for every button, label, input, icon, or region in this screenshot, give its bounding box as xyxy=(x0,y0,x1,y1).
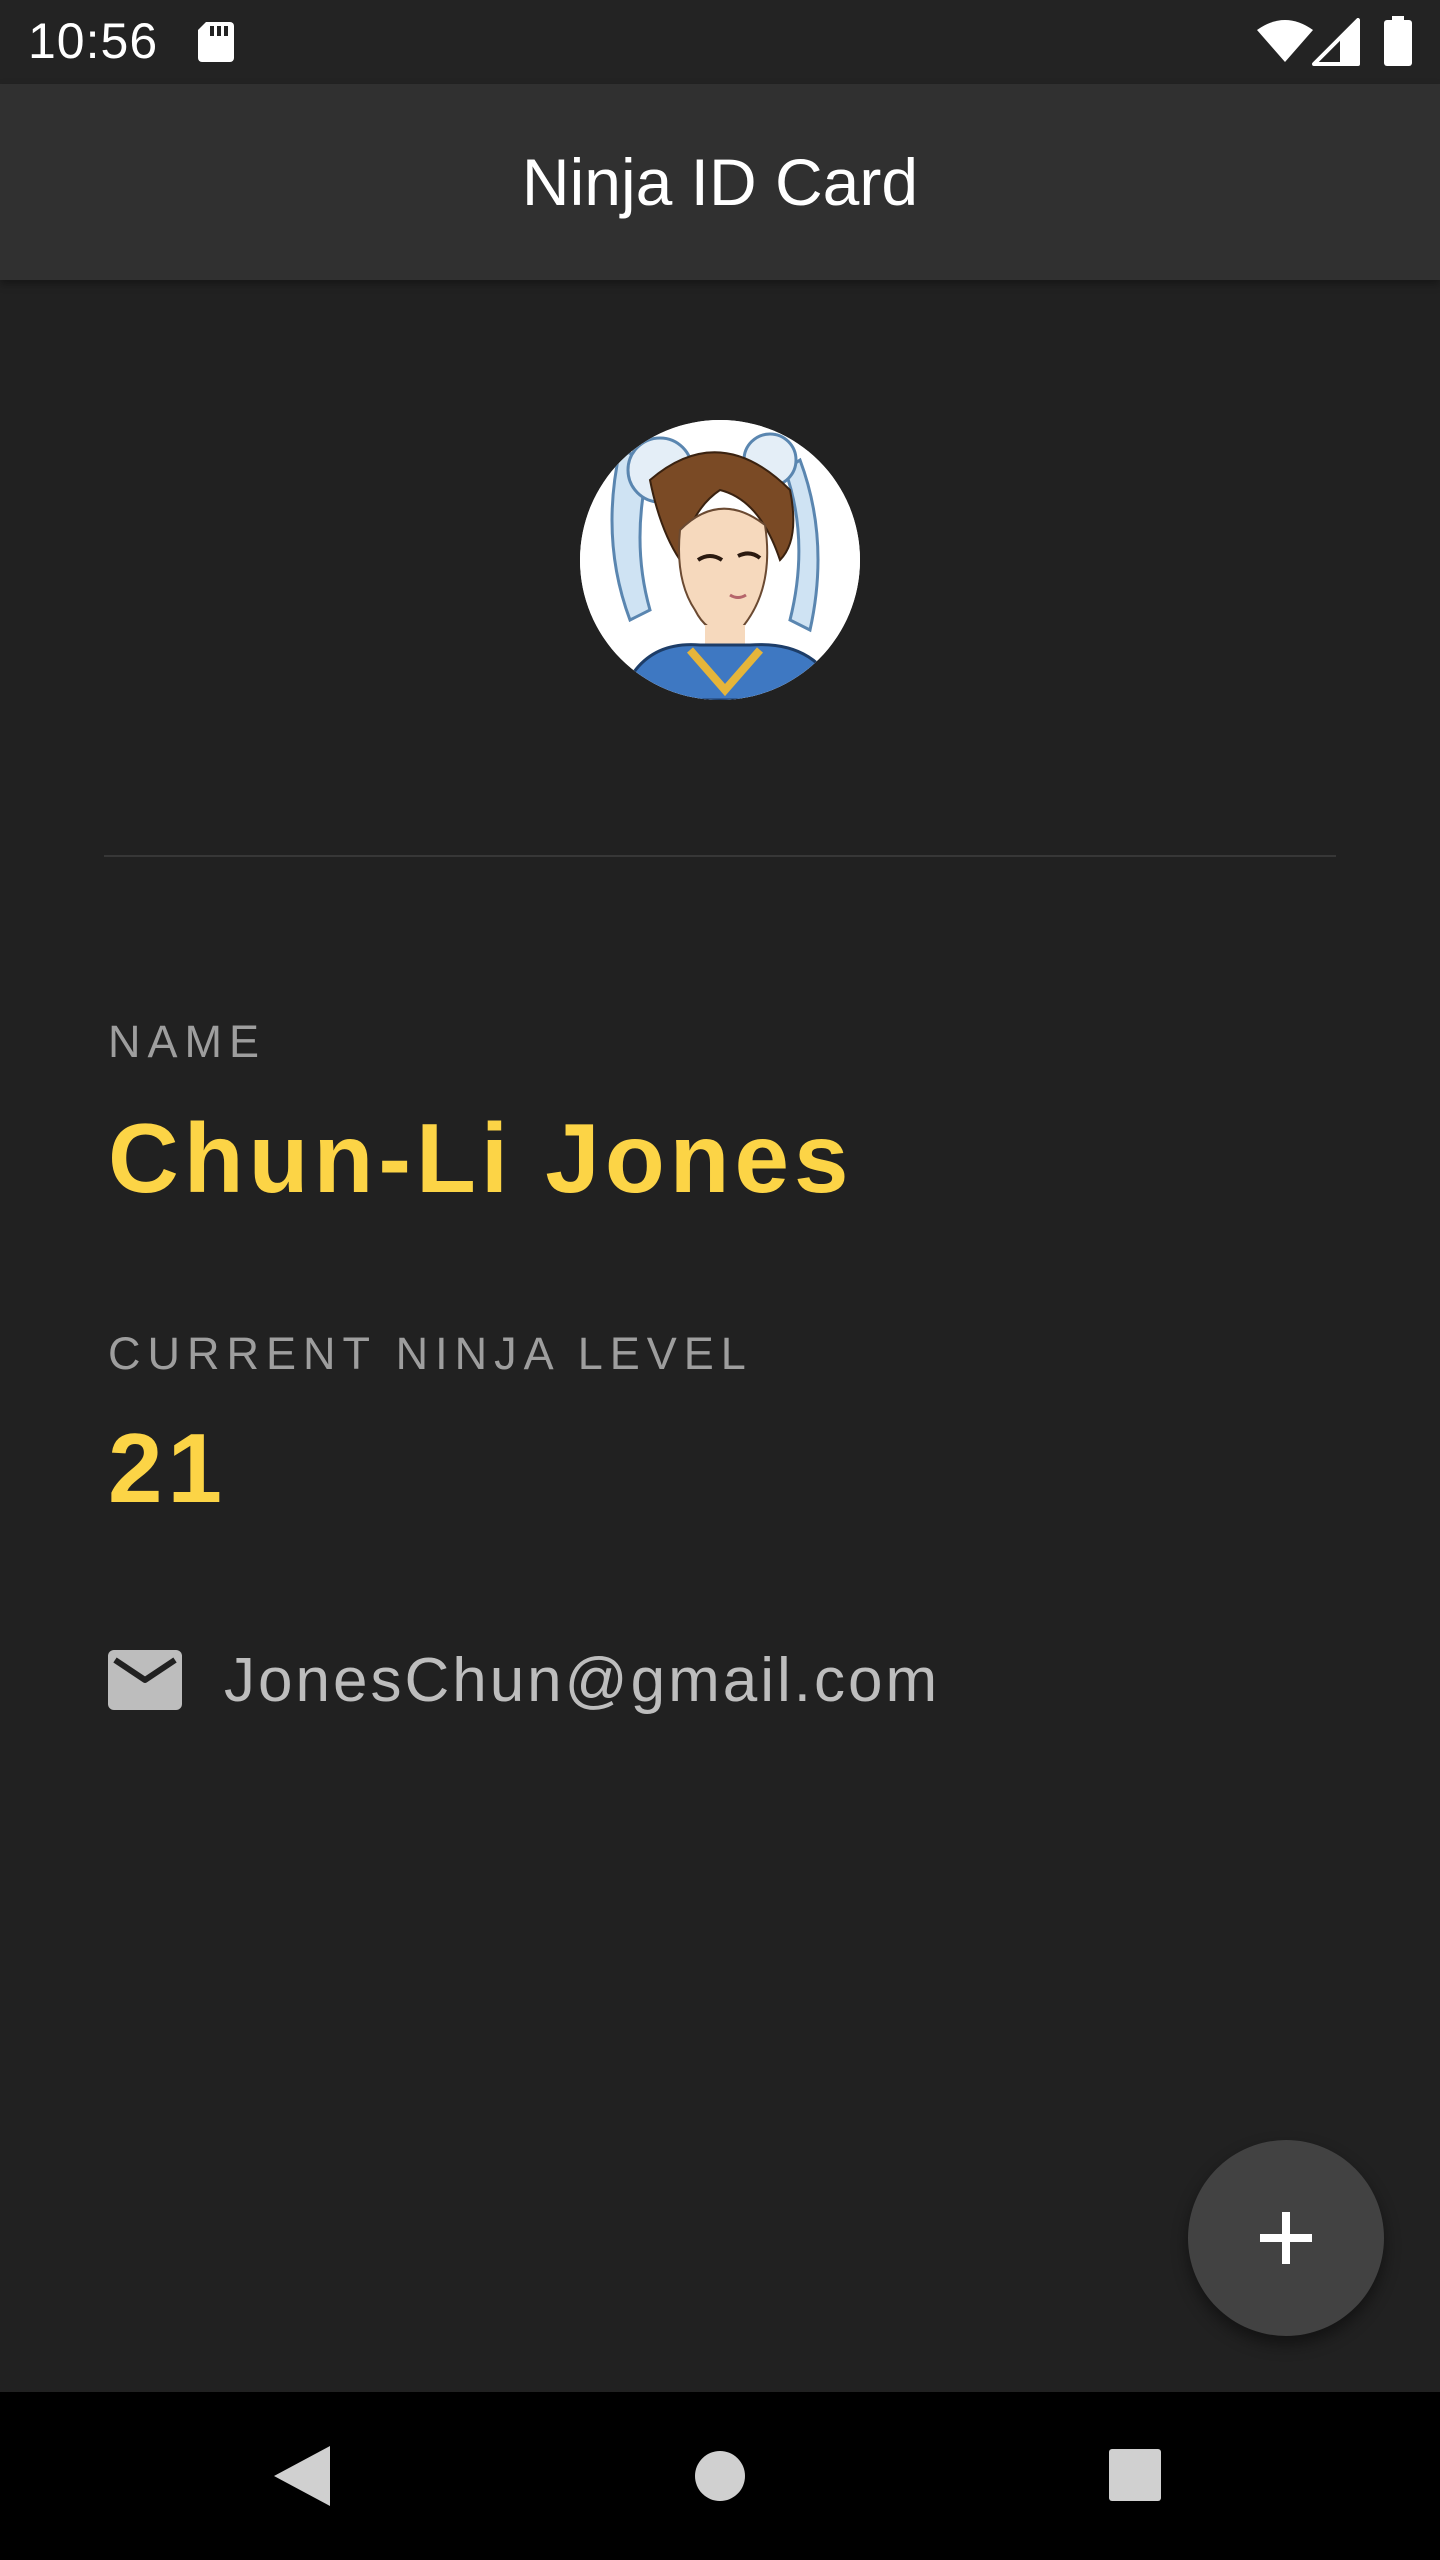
app-bar: Ninja ID Card xyxy=(0,84,1440,280)
email-row: JonesChun@gmail.com xyxy=(108,1640,940,1720)
home-icon[interactable] xyxy=(694,2450,746,2502)
battery-icon xyxy=(1384,16,1412,66)
wifi-icon xyxy=(1257,20,1313,62)
email-text: JonesChun@gmail.com xyxy=(224,1645,941,1715)
name-label: NAME xyxy=(108,1016,267,1067)
level-value: 21 xyxy=(108,1413,228,1523)
avatar xyxy=(580,420,860,700)
screen: 10:56 Ninja ID Card NAME Chun-Li Jones C… xyxy=(0,0,1440,2560)
back-icon[interactable] xyxy=(270,2442,334,2510)
cell-signal-icon xyxy=(1312,18,1360,66)
divider xyxy=(104,855,1336,857)
sd-card-icon xyxy=(198,22,234,62)
mail-icon xyxy=(108,1650,182,1710)
status-bar: 10:56 xyxy=(0,0,1440,84)
recents-icon[interactable] xyxy=(1108,2448,1162,2502)
app-title: Ninja ID Card xyxy=(521,145,919,219)
plus-icon xyxy=(1260,2212,1312,2264)
level-label: CURRENT NINJA LEVEL xyxy=(108,1328,753,1379)
add-fab-button[interactable] xyxy=(1188,2140,1384,2336)
avatar-portrait xyxy=(580,420,860,700)
name-value: Chun-Li Jones xyxy=(108,1103,854,1213)
status-time: 10:56 xyxy=(28,13,159,69)
